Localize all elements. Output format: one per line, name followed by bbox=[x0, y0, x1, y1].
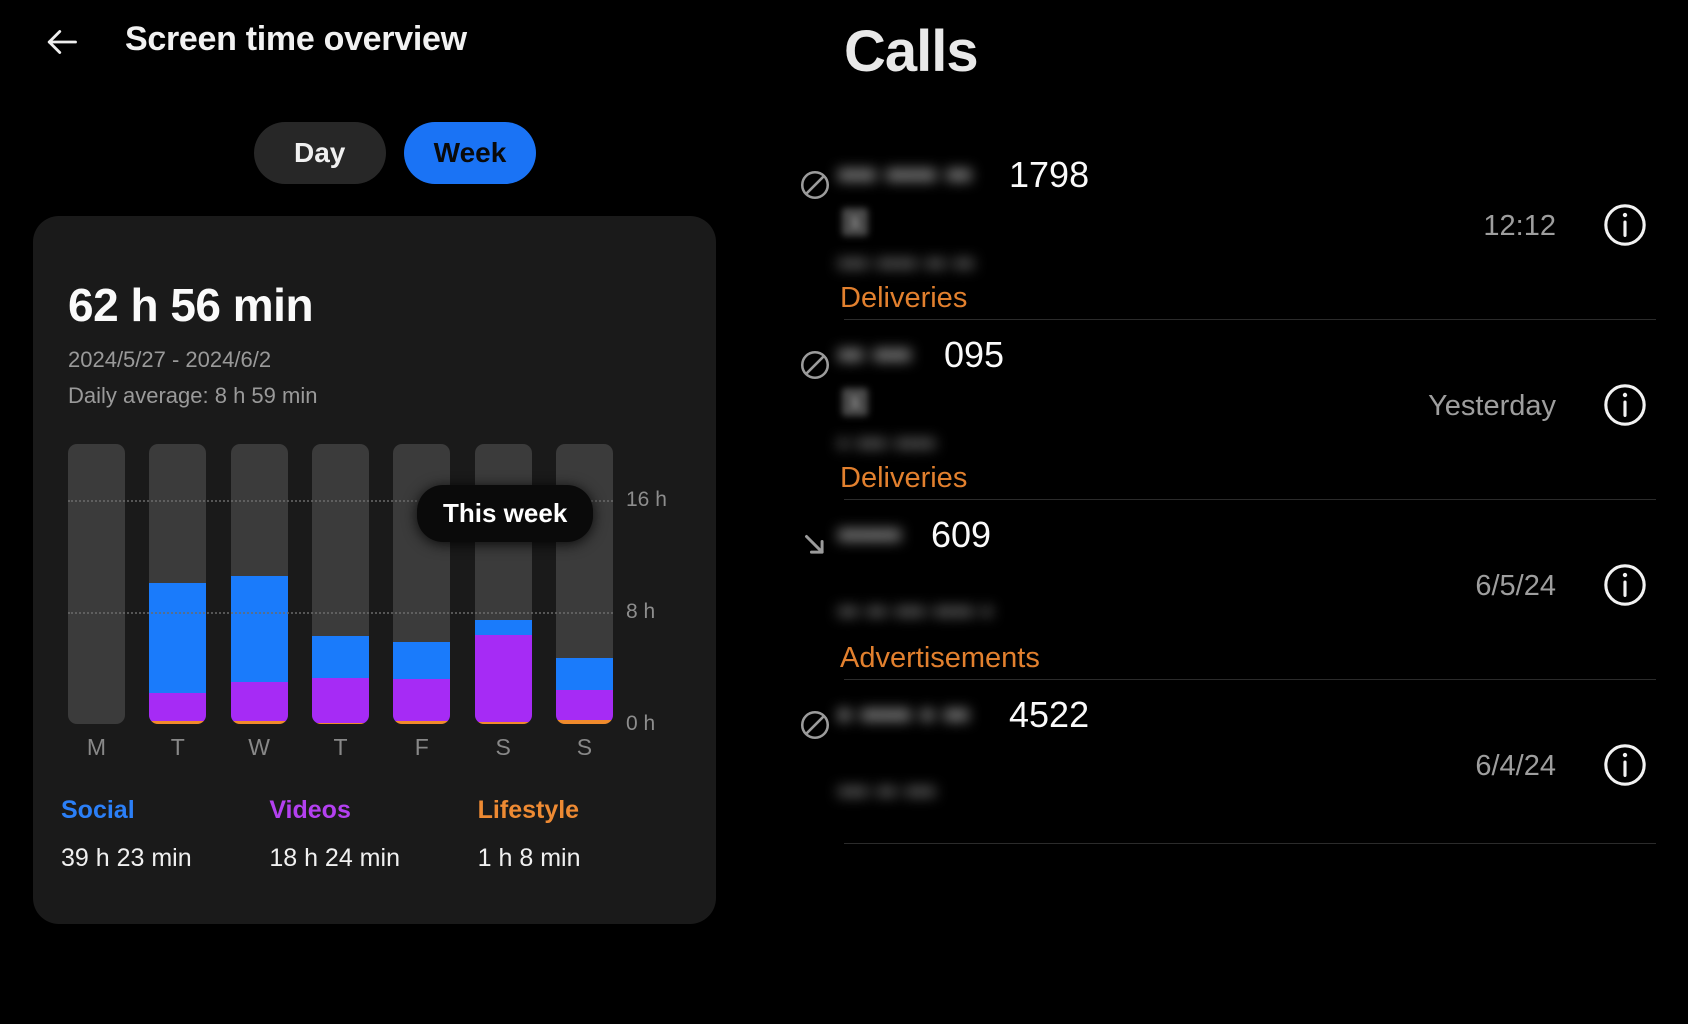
tab-day[interactable]: Day bbox=[253, 122, 386, 184]
legend-label: Lifestyle bbox=[477, 796, 580, 824]
call-timestamp: 12:12 bbox=[1483, 210, 1556, 242]
bar-segment-lifestyle bbox=[393, 720, 451, 724]
legend-label: Videos bbox=[269, 796, 351, 824]
bar-segment-videos bbox=[474, 635, 532, 722]
bar-segment-social bbox=[555, 658, 613, 691]
bar-segment-lifestyle bbox=[555, 719, 613, 724]
legend-item-social: Social 39 h 23 min bbox=[61, 796, 269, 873]
caller-number-tail: 095 bbox=[944, 334, 1005, 375]
info-icon[interactable] bbox=[1600, 380, 1650, 430]
x-axis-label-2: W bbox=[248, 734, 271, 760]
blocked-icon bbox=[798, 168, 832, 202]
caller-name-redacted: • •••• • •• bbox=[838, 694, 969, 735]
bar-segment-videos bbox=[311, 677, 369, 723]
calls-pane: Calls ••• •••• •• 1798 1 ••• •••• •• •• Deli… bbox=[790, 0, 1688, 1024]
category-legend: Social 39 h 23 min Videos 18 h 24 min Lifest… bbox=[61, 796, 686, 873]
y-tick-label: 16 h bbox=[626, 488, 667, 511]
call-category-tag: Advertisements bbox=[840, 642, 1040, 674]
caller-subtitle-redacted: •• •• ••• •••• • bbox=[838, 596, 993, 628]
daily-average: Daily average: 8 h 59 min bbox=[68, 383, 318, 408]
bar-segment-lifestyle bbox=[230, 721, 288, 724]
legend-value: 39 h 23 min bbox=[61, 844, 192, 872]
caller-subtitle-redacted: ••• •• ••• bbox=[838, 776, 936, 808]
x-axis-label-0: M bbox=[86, 734, 107, 760]
bar-segment-social bbox=[474, 619, 532, 636]
sim-slot-badge: 1 bbox=[842, 388, 868, 416]
screen-time-card: 62 h 56 min 2024/5/27 - 2024/6/2 Daily a… bbox=[33, 216, 716, 924]
back-button[interactable] bbox=[36, 18, 88, 70]
total-screen-time: 62 h 56 min bbox=[68, 279, 314, 331]
caller-number-tail: 609 bbox=[931, 514, 992, 555]
bar-segment-lifestyle bbox=[474, 721, 532, 724]
bar-segment-social bbox=[149, 582, 207, 694]
calls-list: ••• •••• •• 1798 1 ••• •••• •• •• Deliveries… bbox=[790, 140, 1688, 844]
call-timestamp: Yesterday bbox=[1428, 390, 1556, 422]
calls-title: Calls bbox=[844, 19, 979, 84]
sim-slot-badge: 1 bbox=[842, 208, 868, 236]
bar-2[interactable] bbox=[230, 444, 288, 724]
call-category-tag: Deliveries bbox=[840, 462, 968, 494]
call-timestamp: 6/5/24 bbox=[1475, 570, 1556, 602]
caller-number-tail: 1798 bbox=[1009, 154, 1090, 195]
x-axis-label-3: T bbox=[333, 734, 348, 760]
arrow-left-icon bbox=[44, 24, 80, 65]
call-row[interactable]: ••• •••• •• 1798 1 ••• •••• •• •• Deliveries… bbox=[790, 140, 1688, 320]
info-icon[interactable] bbox=[1600, 740, 1650, 790]
x-axis-label-1: T bbox=[170, 734, 185, 760]
caller-name-redacted: ••••• bbox=[838, 514, 902, 555]
bar-segment-lifestyle bbox=[311, 722, 369, 724]
top-app-bar: Screen time overview bbox=[0, 0, 790, 92]
bar-segment-videos bbox=[555, 690, 613, 720]
x-axis-label-5: S bbox=[495, 734, 511, 760]
bar-segment-videos bbox=[230, 682, 288, 722]
screen-root: Screen time overview Day Week 62 h 56 mi… bbox=[0, 0, 1688, 1024]
bar-segment-social bbox=[230, 575, 288, 683]
call-row[interactable]: ••••• 609 •• •• ••• •••• • Advertisements 6/… bbox=[790, 500, 1688, 680]
chart-x-axis-labels: MTWTFSS bbox=[68, 734, 613, 761]
period-segmented-control: Day Week bbox=[0, 122, 790, 184]
weekly-bar-chart: 16 h 8 h 0 h This week bbox=[68, 444, 667, 735]
blocked-icon bbox=[798, 348, 832, 382]
incoming-call-icon bbox=[798, 528, 832, 562]
bar-segment-videos bbox=[393, 678, 451, 721]
tab-week[interactable]: Week bbox=[403, 122, 537, 184]
legend-label: Social bbox=[61, 796, 135, 824]
bar-segment-videos bbox=[149, 693, 207, 722]
bar-3[interactable] bbox=[311, 444, 369, 724]
call-row[interactable]: • •••• • •• 4522 ••• •• ••• 6/4/24 bbox=[790, 680, 1688, 844]
caller-subtitle-redacted: ••• •••• •• •• bbox=[838, 248, 974, 280]
caller-name-redacted: ••• •••• •• bbox=[838, 154, 972, 195]
page-title: Screen time overview bbox=[125, 20, 467, 58]
blocked-icon bbox=[798, 708, 832, 742]
caller-number-tail: 4522 bbox=[1009, 694, 1090, 735]
call-category-tag: Deliveries bbox=[840, 282, 968, 314]
bar-segment-social bbox=[311, 635, 369, 678]
bar-0[interactable] bbox=[68, 444, 125, 724]
info-icon[interactable] bbox=[1600, 200, 1650, 250]
legend-item-lifestyle: Lifestyle 1 h 8 min bbox=[478, 796, 686, 873]
x-axis-label-4: F bbox=[414, 734, 429, 760]
bar-segment-social bbox=[393, 642, 451, 679]
date-range: 2024/5/27 - 2024/6/2 bbox=[68, 347, 272, 372]
x-axis-label-6: S bbox=[576, 734, 593, 760]
call-row[interactable]: •• ••• 095 1 • ••• •••• Deliveries Yesterday bbox=[790, 320, 1688, 500]
y-tick-label: 8 h bbox=[626, 600, 656, 623]
row-divider bbox=[844, 843, 1656, 844]
screen-time-pane: Screen time overview Day Week 62 h 56 mi… bbox=[0, 0, 790, 1024]
bar-1[interactable] bbox=[149, 444, 207, 724]
call-timestamp: 6/4/24 bbox=[1475, 750, 1556, 782]
y-tick-label: 0 h bbox=[626, 712, 656, 735]
legend-item-videos: Videos 18 h 24 min bbox=[269, 796, 477, 873]
this-week-tooltip: This week bbox=[417, 485, 594, 542]
legend-value: 18 h 24 min bbox=[269, 844, 400, 872]
caller-name-redacted: •• ••• bbox=[838, 334, 912, 375]
info-icon[interactable] bbox=[1600, 560, 1650, 610]
legend-value: 1 h 8 min bbox=[477, 844, 581, 872]
caller-subtitle-redacted: • ••• •••• bbox=[838, 428, 936, 460]
bar-segment-lifestyle bbox=[149, 721, 207, 724]
